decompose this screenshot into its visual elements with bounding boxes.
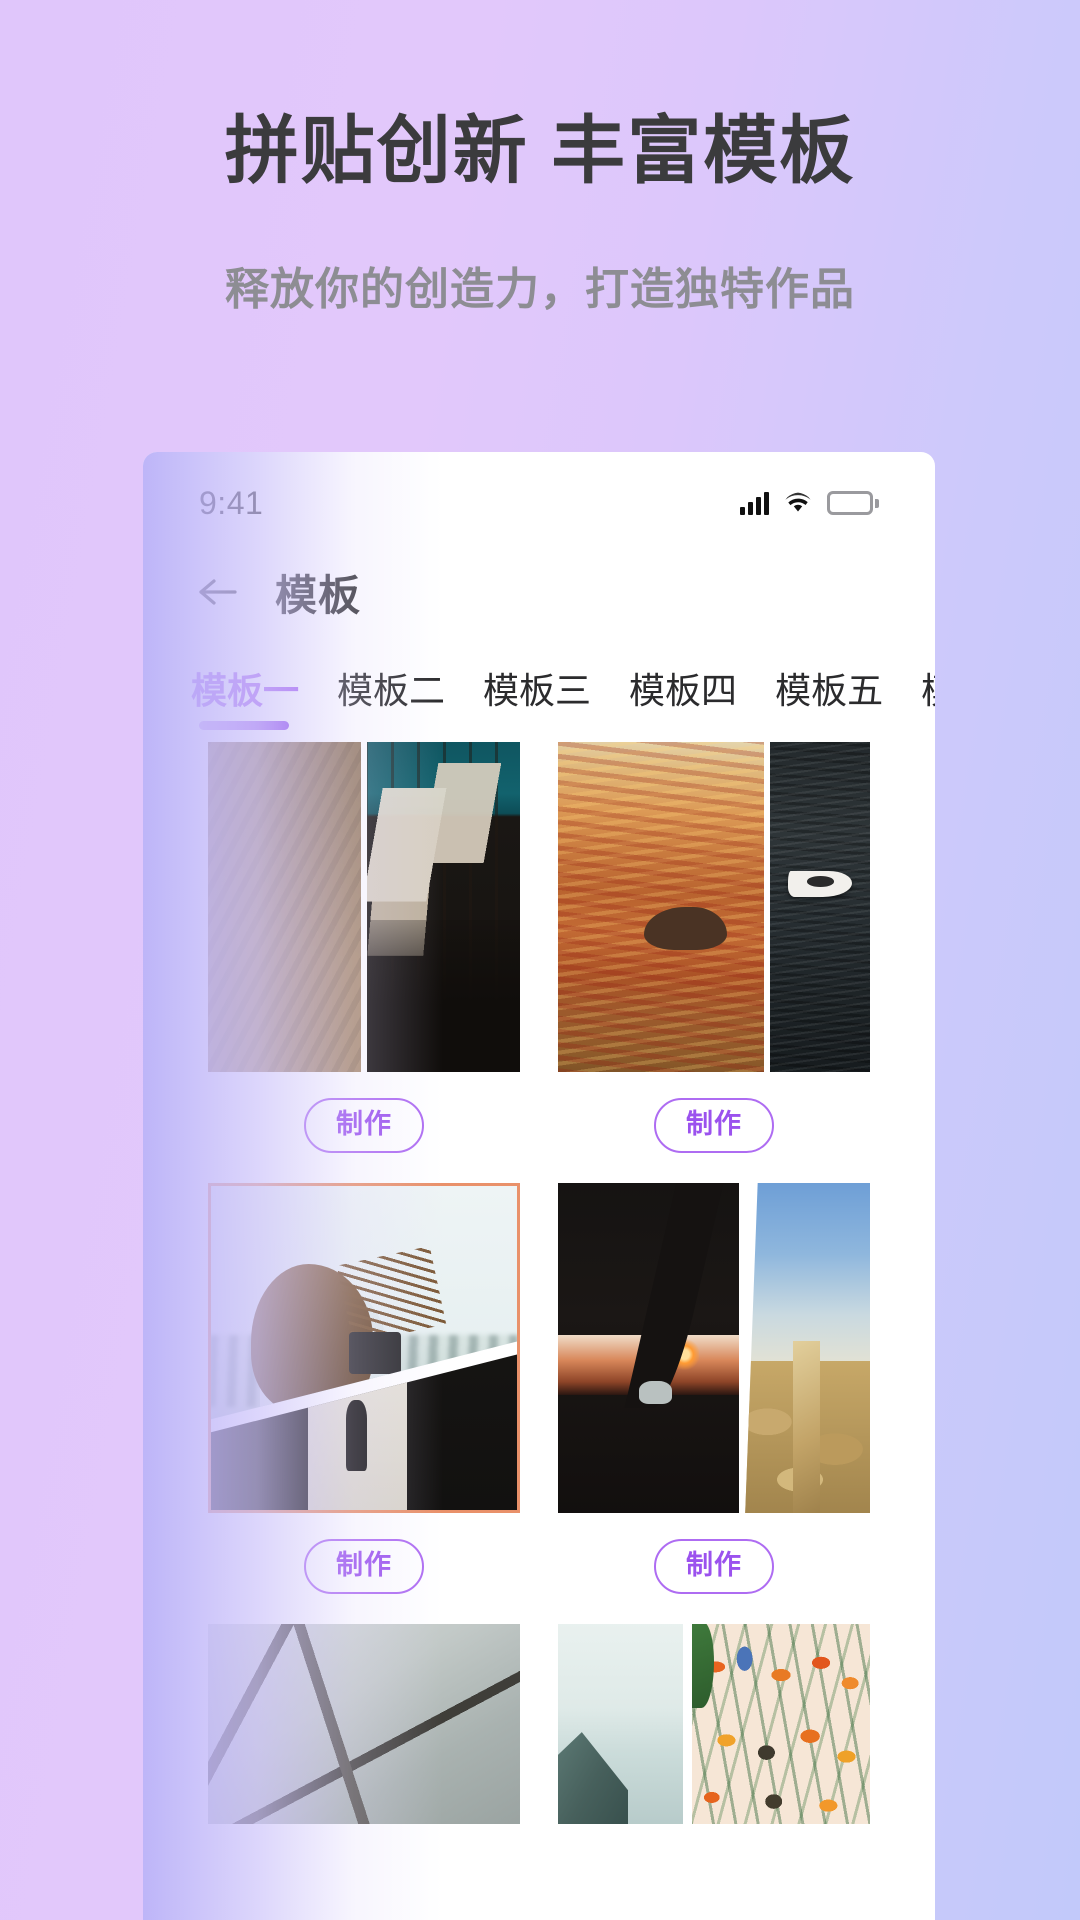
collage-pane: [692, 1624, 870, 1824]
template-card[interactable]: 制作: [208, 1183, 520, 1624]
promo-text-block: 拼贴创新 丰富模板 释放你的创造力，打造独特作品: [0, 0, 1080, 314]
template-card[interactable]: 制作: [558, 742, 870, 1183]
make-button[interactable]: 制作: [654, 1539, 774, 1594]
coastal-cliff-photo: [558, 1624, 683, 1824]
template-card[interactable]: 制作: [208, 742, 520, 1183]
template-preview[interactable]: [558, 1183, 870, 1513]
alley-person-silhouette: [345, 1399, 368, 1472]
back-arrow-icon[interactable]: [195, 574, 239, 610]
make-button[interactable]: 制作: [654, 1098, 774, 1153]
template-preview[interactable]: [208, 1624, 520, 1824]
phone-mockup: 9:41 模板 模板一 模板二 模板三 模板四 模板五 制作 制作 制作 制作: [143, 452, 935, 1920]
page-header-title: 模板: [275, 571, 362, 619]
make-button-row: 制作: [208, 1513, 520, 1624]
page-subtitle: 释放你的创造力，打造独特作品: [225, 264, 855, 314]
tab-template-4[interactable]: 模板四: [629, 662, 737, 730]
side-mirror-shape: [639, 1381, 672, 1405]
make-button[interactable]: 制作: [304, 1539, 424, 1594]
template-list: 制作 制作 制作 制作: [143, 736, 935, 1824]
collage-pane: [558, 1183, 739, 1513]
bare-branch-photo: [208, 1624, 520, 1824]
make-button-row: 制作: [558, 1072, 870, 1183]
collage-pane: [770, 742, 870, 1072]
collage-pane: [367, 742, 520, 1072]
make-button-row: 制作: [208, 1072, 520, 1183]
template-row: [143, 1624, 935, 1824]
boat-on-sea-photo: [770, 742, 870, 1072]
make-button-row: 制作: [558, 1513, 870, 1624]
collage-pane: [558, 742, 764, 1072]
template-preview[interactable]: [558, 742, 870, 1072]
template-card[interactable]: [558, 1624, 870, 1824]
template-card[interactable]: [208, 1624, 520, 1824]
signal-icon: [740, 491, 769, 515]
camera-shape: [348, 1331, 401, 1374]
mountain-village-photo: [208, 742, 361, 1072]
autumn-field-bear-photo: [558, 742, 764, 1072]
page-title: 拼贴创新 丰富模板: [224, 109, 856, 192]
make-button[interactable]: 制作: [304, 1098, 424, 1153]
tab-template-3[interactable]: 模板三: [483, 662, 591, 730]
template-preview[interactable]: [208, 1183, 520, 1513]
collage-pane: [208, 1624, 520, 1824]
battery-icon: [827, 491, 879, 515]
status-bar: 9:41: [143, 452, 935, 544]
tab-template-5[interactable]: 模板五: [775, 662, 883, 730]
botanical-flowers-illustration: [692, 1624, 870, 1824]
ruin-pillar-shape: [792, 1341, 821, 1513]
status-bar-time: 9:41: [199, 484, 264, 521]
wifi-icon: [783, 491, 813, 515]
collage-pane: [745, 1183, 870, 1513]
status-bar-icons: [740, 491, 879, 515]
boat-shape: [788, 870, 852, 898]
tab-template-6[interactable]: 模: [921, 662, 935, 730]
collage-pane: [208, 742, 361, 1072]
template-preview[interactable]: [558, 1624, 870, 1824]
template-preview[interactable]: [208, 742, 520, 1072]
old-town-buildings-photo: [367, 742, 520, 1072]
nav-bar: 模板: [143, 544, 935, 640]
template-row: 制作 制作: [143, 1183, 935, 1624]
template-tab-bar[interactable]: 模板一 模板二 模板三 模板四 模板五 模: [143, 640, 935, 736]
template-row: 制作 制作: [143, 742, 935, 1183]
collage-gap: [682, 1624, 693, 1824]
collage-pane: [558, 1624, 683, 1824]
promo-page: 拼贴创新 丰富模板 释放你的创造力，打造独特作品 9:41 模板 模板一 模板二…: [0, 0, 1080, 1920]
tab-template-2[interactable]: 模板二: [337, 662, 445, 730]
bear-shape: [644, 907, 727, 950]
template-card[interactable]: 制作: [558, 1183, 870, 1624]
tab-template-1[interactable]: 模板一: [191, 662, 299, 730]
